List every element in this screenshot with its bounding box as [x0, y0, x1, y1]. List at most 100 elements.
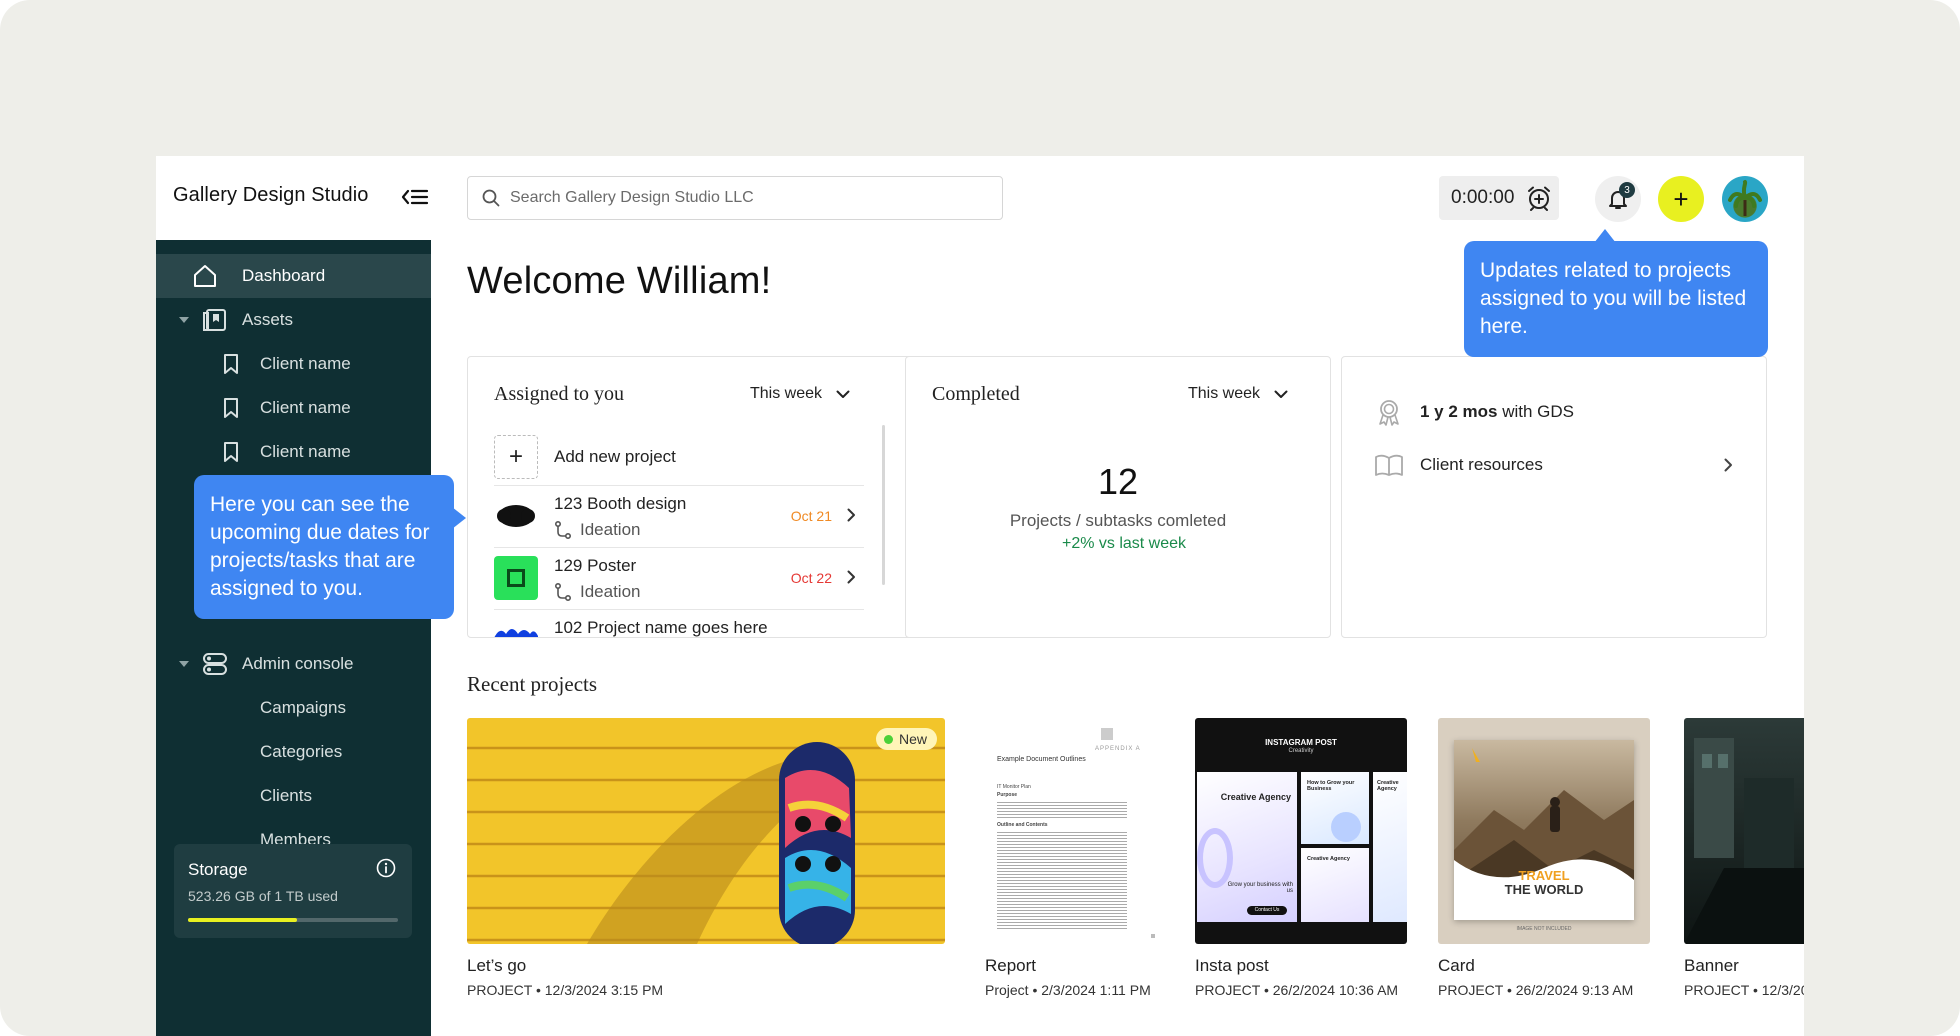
- sidebar-item-label: Client name: [260, 442, 351, 461]
- project-thumbnail: APPENDIX A Example Document Outlines IT …: [985, 718, 1161, 944]
- new-badge-label: New: [898, 731, 927, 747]
- due-date: Oct 22: [790, 570, 832, 586]
- list-item[interactable]: 102 Project name goes here: [494, 609, 864, 637]
- caret-down-icon[interactable]: [178, 316, 190, 324]
- caret-down-icon[interactable]: [178, 660, 190, 668]
- notification-badge: 3: [1619, 182, 1635, 198]
- sidebar-item-categories[interactable]: Categories: [156, 730, 431, 774]
- due-dates-tooltip: Here you can see the upcoming due dates …: [194, 475, 466, 619]
- doc-heading: Example Document Outlines: [997, 756, 1086, 763]
- project-thumbnail: New: [467, 718, 945, 944]
- client-resources-label: Client resources: [1420, 455, 1543, 474]
- completed-delta: +2% vs last week: [1061, 535, 1187, 552]
- sidebar-item-label: Dashboard: [242, 266, 326, 285]
- card-footer: IMAGE NOT INCLUDED: [1516, 926, 1572, 932]
- tenure-text: 1 y 2 mos with GDS: [1420, 402, 1574, 422]
- chevron-right-icon[interactable]: [847, 508, 856, 527]
- collapse-sidebar-icon[interactable]: [401, 186, 429, 208]
- time-tracker[interactable]: 0:00:00: [1439, 176, 1559, 220]
- sidebar-item-campaigns[interactable]: Campaigns: [156, 686, 431, 730]
- notifications-button[interactable]: 3: [1595, 176, 1641, 222]
- sidebar-item-client[interactable]: Client name: [156, 430, 431, 474]
- card-line1: TRAVEL: [1518, 868, 1570, 883]
- sidebar-item-assets[interactable]: Assets: [156, 298, 431, 342]
- book-icon: [1375, 454, 1403, 476]
- project-title: Report: [985, 956, 1037, 975]
- project-card-banner[interactable]: Banner PROJECT • 12/3/20: [1684, 718, 1804, 1036]
- sidebar-item-label: Client name: [260, 398, 351, 417]
- project-title: Banner: [1684, 956, 1739, 975]
- plus-icon: +: [494, 435, 538, 479]
- resources-card: 1 y 2 mos with GDS Client resources: [1341, 356, 1767, 638]
- project-card-insta-post[interactable]: INSTAGRAM POST Creativity Creative Agenc…: [1195, 718, 1407, 1036]
- period-dropdown[interactable]: This week: [1188, 385, 1288, 403]
- project-thumbnail: TRAVEL THE WORLD IMAGE NOT INCLUDED: [1438, 718, 1650, 944]
- period-value: This week: [750, 385, 823, 402]
- list-item[interactable]: 129 Poster Ideation Oct 22: [494, 547, 864, 609]
- doc-appendix: APPENDIX A: [1095, 746, 1141, 752]
- stage-label: Ideation: [580, 582, 641, 601]
- chevron-down-icon: [1274, 390, 1288, 398]
- add-new-project[interactable]: + Add new project: [494, 429, 864, 485]
- sidebar-item-admin-console[interactable]: Admin console: [156, 642, 431, 686]
- project-card-lets-go[interactable]: New Let’s go PROJECT • 12/3/2024 3:15 PM: [467, 718, 945, 1036]
- sidebar-item-client[interactable]: Client name: [156, 386, 431, 430]
- bookmark-icon: [222, 441, 240, 463]
- award-icon: [1379, 400, 1399, 426]
- card-line2: THE WORLD: [1504, 882, 1584, 897]
- tenure-suffix: with GDS: [1497, 402, 1575, 421]
- new-badge: New: [875, 728, 937, 750]
- chevron-down-icon: [836, 390, 850, 398]
- scrollbar[interactable]: [882, 425, 885, 585]
- due-date: Oct 21: [790, 508, 832, 524]
- bookmark-icon: [222, 353, 240, 375]
- project-thumbnail: [494, 494, 538, 538]
- project-stage: Ideation: [554, 582, 641, 602]
- doc-line: Purpose: [997, 792, 1018, 798]
- page-title: Welcome William!: [467, 260, 772, 302]
- add-new-project-label: Add new project: [554, 447, 676, 466]
- period-dropdown[interactable]: This week: [750, 385, 850, 403]
- project-title: Let’s go: [467, 956, 527, 975]
- notifications-tooltip-text: Updates related to projects assigned to …: [1480, 259, 1747, 338]
- avatar[interactable]: [1722, 176, 1768, 222]
- sidebar-item-client[interactable]: Client name: [156, 342, 431, 386]
- create-button[interactable]: +: [1658, 176, 1704, 222]
- chevron-right-icon[interactable]: [847, 570, 856, 589]
- alarm-add-icon[interactable]: [1526, 185, 1552, 211]
- status-dot-icon: [883, 734, 893, 744]
- sidebar-item-dashboard[interactable]: Dashboard: [156, 254, 431, 298]
- period-value: This week: [1188, 385, 1261, 402]
- tenure-duration: 1 y 2 mos: [1420, 402, 1498, 421]
- sidebar-item-label: Client name: [260, 354, 351, 373]
- window-frame: Gallery Design Studio 0:00:00 3 + Dashbo…: [0, 0, 1960, 1036]
- insta-cta: Contact Us: [1247, 906, 1287, 915]
- search-input[interactable]: [510, 189, 970, 207]
- doc-line: IT Monitor Plan: [997, 784, 1031, 790]
- completed-card: Completed This week 12 Projects / subtas…: [905, 356, 1331, 638]
- storage-progress-bar: [188, 918, 398, 922]
- project-card-card[interactable]: TRAVEL THE WORLD IMAGE NOT INCLUDED Card…: [1438, 718, 1650, 1036]
- project-meta: Project • 2/3/2024 1:11 PM: [985, 982, 1151, 998]
- project-title: Card: [1438, 956, 1475, 975]
- client-resources-link[interactable]: Client resources: [1374, 453, 1740, 477]
- project-meta: PROJECT • 12/3/2024 3:15 PM: [467, 982, 664, 998]
- info-icon[interactable]: [376, 858, 396, 883]
- project-name: 102 Project name goes here: [554, 618, 768, 637]
- sidebar-item-clients[interactable]: Clients: [156, 774, 431, 818]
- project-meta: PROJECT • 26/2/2024 10:36 AM: [1195, 982, 1399, 998]
- insta-mid1: How to Grow your Business: [1307, 780, 1355, 792]
- storage-progress-fill: [188, 918, 298, 922]
- project-card-report[interactable]: APPENDIX A Example Document Outlines IT …: [985, 718, 1161, 1036]
- project-thumbnail: [494, 618, 538, 637]
- tenure-row: 1 y 2 mos with GDS: [1374, 397, 1574, 427]
- chevron-right-icon[interactable]: [1724, 457, 1733, 477]
- project-thumbnail: [494, 556, 538, 600]
- sidebar-item-label: Admin console: [242, 654, 354, 673]
- project-thumbnail: INSTAGRAM POST Creativity Creative Agenc…: [1195, 718, 1407, 944]
- search-bar[interactable]: [467, 176, 1003, 220]
- insta-sub: Creativity: [1288, 748, 1314, 754]
- storage-used: 523.26 GB of 1 TB used: [188, 888, 338, 904]
- list-item[interactable]: 123 Booth design Ideation Oct 21: [494, 485, 864, 547]
- completed-count: 12: [1097, 461, 1139, 502]
